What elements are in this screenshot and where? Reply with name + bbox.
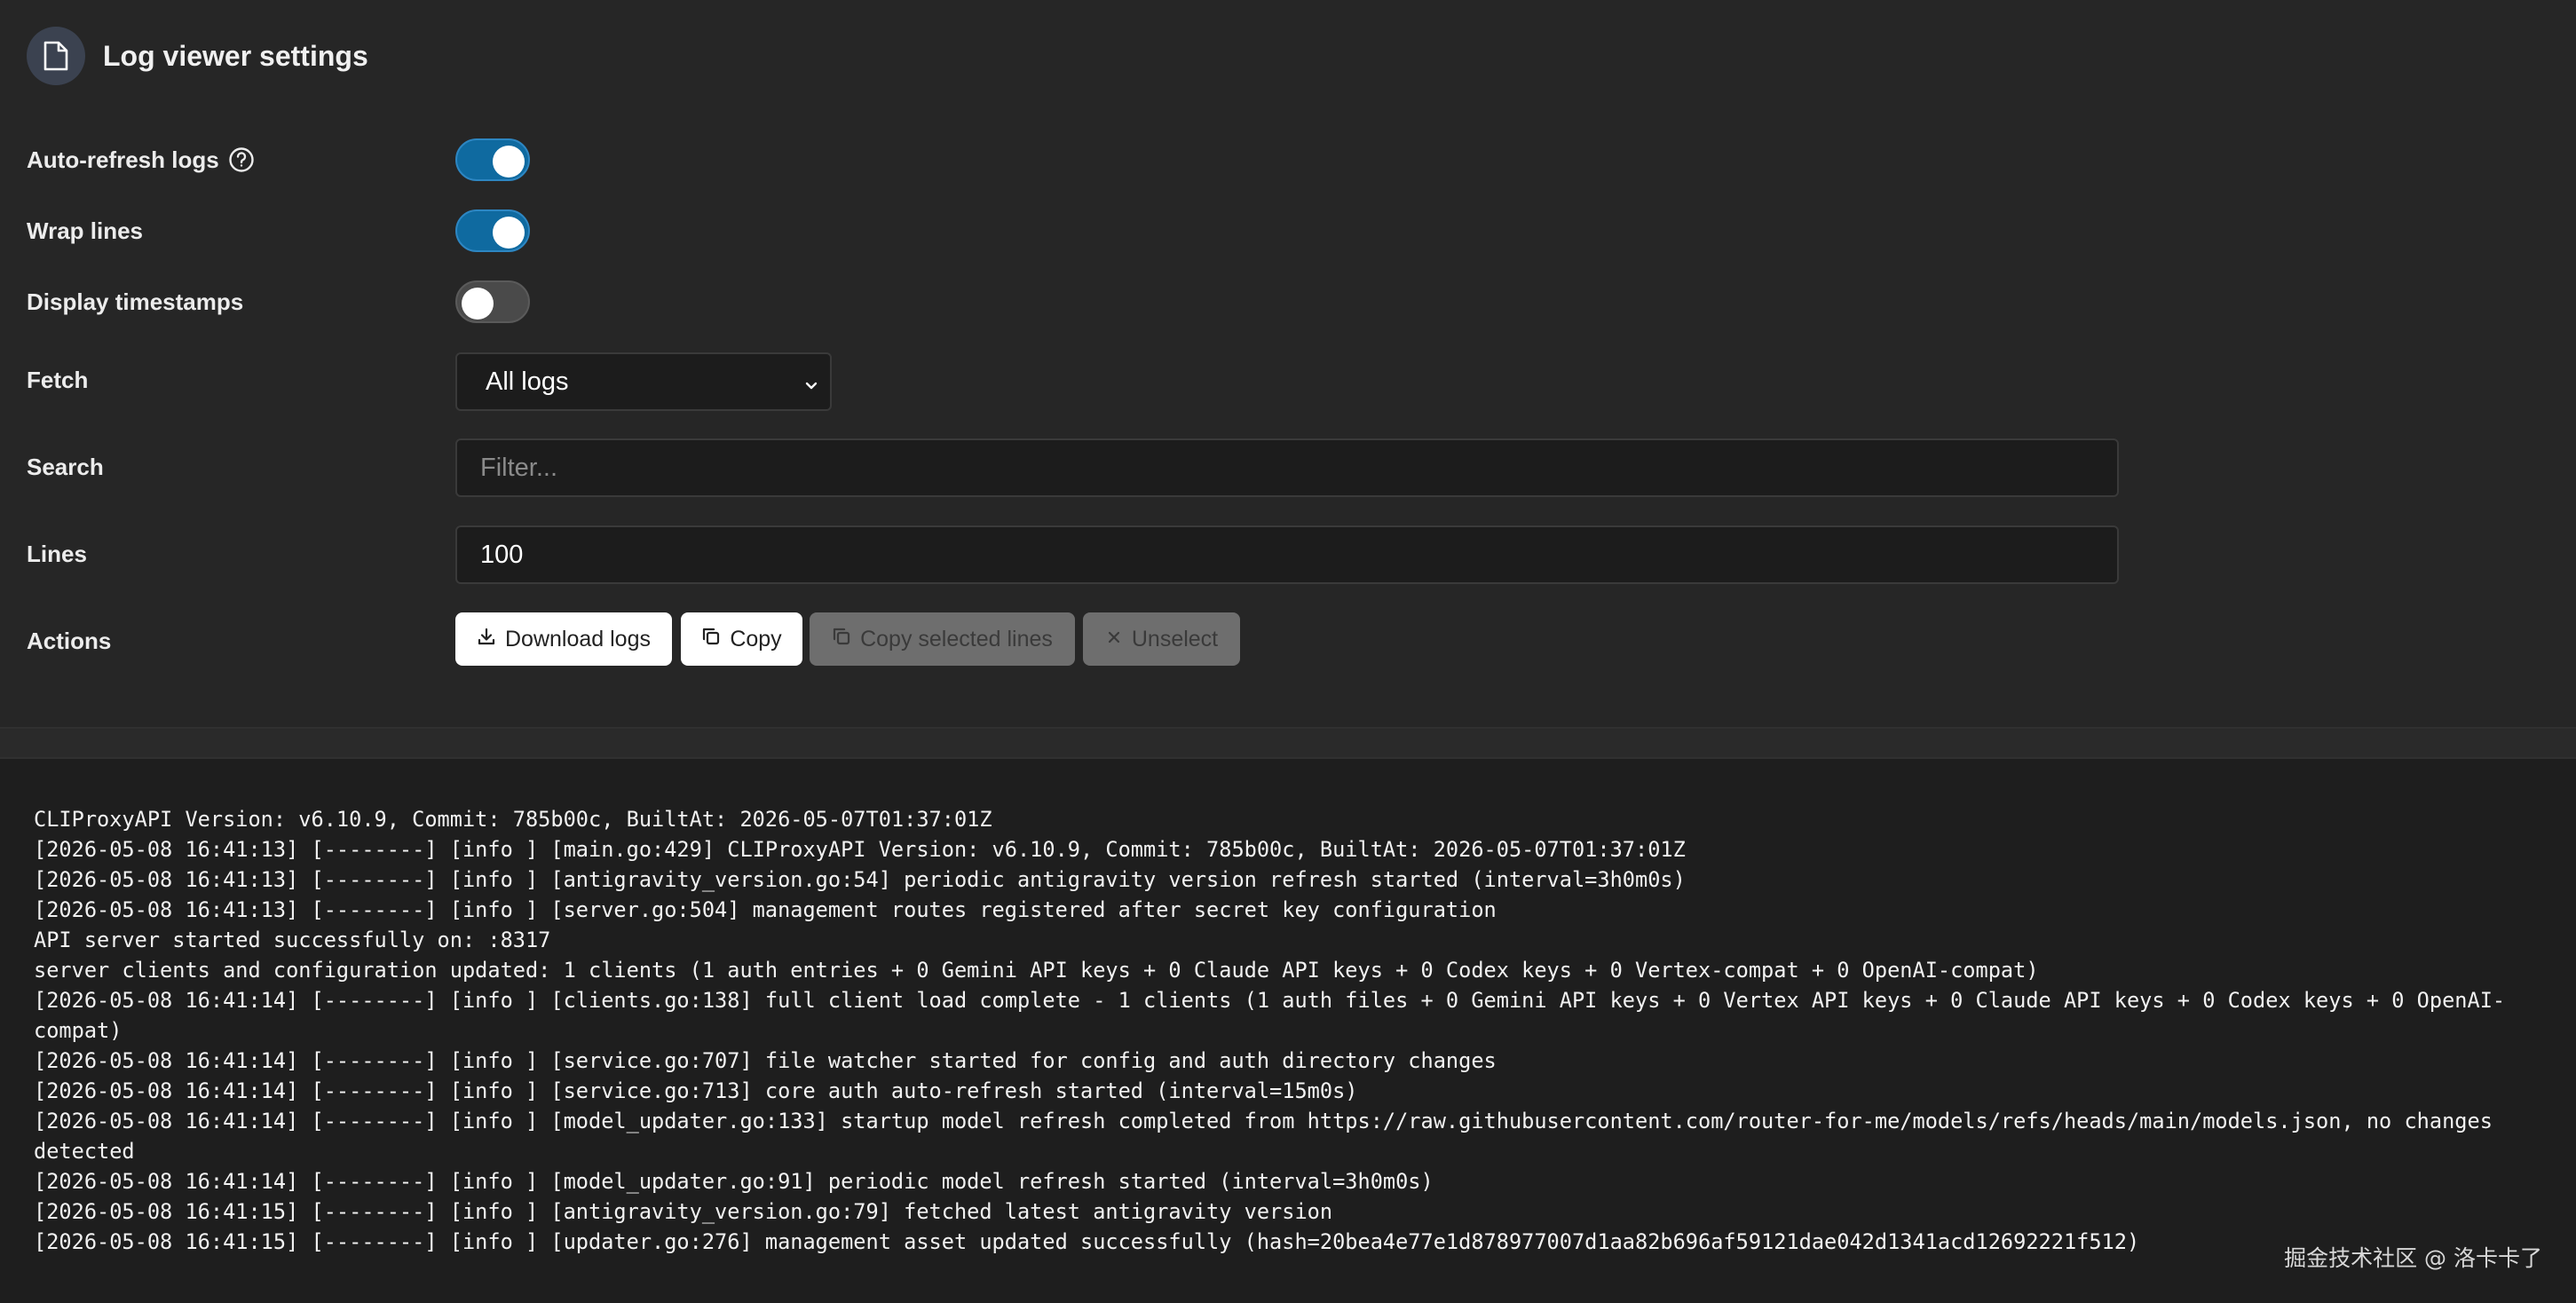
unselect-button[interactable]: Unselect <box>1083 612 1240 666</box>
search-placeholder: Filter... <box>480 453 558 482</box>
auto-refresh-row: Auto-refresh logs <box>27 142 255 178</box>
search-row: Search <box>27 449 104 485</box>
log-line[interactable]: [2026-05-08 16:41:13] [--------] [info ]… <box>34 865 2546 895</box>
log-line[interactable]: API server started successfully on: :831… <box>34 925 2546 955</box>
copy-icon <box>832 627 851 652</box>
auto-refresh-label: Auto-refresh logs <box>27 146 219 173</box>
copy-button[interactable]: Copy <box>681 612 802 666</box>
log-line[interactable]: [2026-05-08 16:41:15] [--------] [info ]… <box>34 1196 2546 1227</box>
actions-row: Actions <box>27 623 111 659</box>
auto-refresh-toggle[interactable] <box>455 138 530 181</box>
log-line[interactable]: detected <box>34 1136 2546 1166</box>
log-line[interactable]: compat) <box>34 1015 2546 1046</box>
search-label: Search <box>27 453 104 480</box>
document-icon <box>27 27 85 85</box>
log-line[interactable]: CLIProxyAPI Version: v6.10.9, Commit: 78… <box>34 804 2546 834</box>
toggle-knob <box>462 288 494 320</box>
copy-icon <box>701 627 721 652</box>
toggle-knob <box>493 146 525 178</box>
resize-band <box>0 729 2576 757</box>
copy-label: Copy <box>730 626 782 652</box>
lines-value: 100 <box>480 540 524 569</box>
log-line[interactable]: [2026-05-08 16:41:14] [--------] [info ]… <box>34 1076 2546 1106</box>
wrap-lines-toggle[interactable] <box>455 209 530 252</box>
search-input[interactable]: Filter... <box>455 438 2119 497</box>
display-timestamps-row: Display timestamps <box>27 284 243 320</box>
log-line[interactable]: [2026-05-08 16:41:14] [--------] [info ]… <box>34 985 2546 1015</box>
download-icon <box>477 627 496 652</box>
fetch-row: Fetch <box>27 362 88 398</box>
copy-selected-lines-button[interactable]: Copy selected lines <box>810 612 1075 666</box>
fetch-label: Fetch <box>27 366 89 393</box>
unselect-label: Unselect <box>1131 626 1219 652</box>
log-output[interactable]: CLIProxyAPI Version: v6.10.9, Commit: 78… <box>34 804 2546 1257</box>
log-line[interactable]: [2026-05-08 16:41:13] [--------] [info ]… <box>34 895 2546 925</box>
wrap-lines-row: Wrap lines <box>27 213 143 249</box>
display-timestamps-toggle[interactable] <box>455 280 530 323</box>
download-logs-button[interactable]: Download logs <box>455 612 672 666</box>
log-line[interactable]: [2026-05-08 16:41:14] [--------] [info ]… <box>34 1046 2546 1076</box>
log-line[interactable]: [2026-05-08 16:41:13] [--------] [info ]… <box>34 834 2546 865</box>
close-icon <box>1105 627 1123 652</box>
actions-label: Actions <box>27 627 112 654</box>
watermark: 掘金技术社区 @ 洛卡卡了 <box>2284 1245 2542 1271</box>
lines-row: Lines <box>27 536 87 572</box>
log-line[interactable]: [2026-05-08 16:41:14] [--------] [info ]… <box>34 1166 2546 1196</box>
wrap-lines-label: Wrap lines <box>27 217 144 244</box>
fetch-selected-value: All logs <box>486 367 569 396</box>
display-timestamps-label: Display timestamps <box>27 288 244 315</box>
lines-label: Lines <box>27 540 87 567</box>
toggle-knob <box>493 217 525 249</box>
page-title: Log viewer settings <box>103 39 368 72</box>
download-logs-label: Download logs <box>505 626 651 652</box>
help-icon[interactable] <box>228 146 255 173</box>
page-header: Log viewer settings <box>27 27 368 85</box>
chevron-down-icon <box>802 374 821 403</box>
fetch-select[interactable]: All logs <box>455 352 832 411</box>
log-line[interactable]: server clients and configuration updated… <box>34 955 2546 985</box>
log-line[interactable]: [2026-05-08 16:41:14] [--------] [info ]… <box>34 1106 2546 1136</box>
lines-input[interactable]: 100 <box>455 525 2119 584</box>
log-line[interactable]: [2026-05-08 16:41:15] [--------] [info ]… <box>34 1227 2546 1257</box>
copy-selected-lines-label: Copy selected lines <box>860 626 1053 652</box>
